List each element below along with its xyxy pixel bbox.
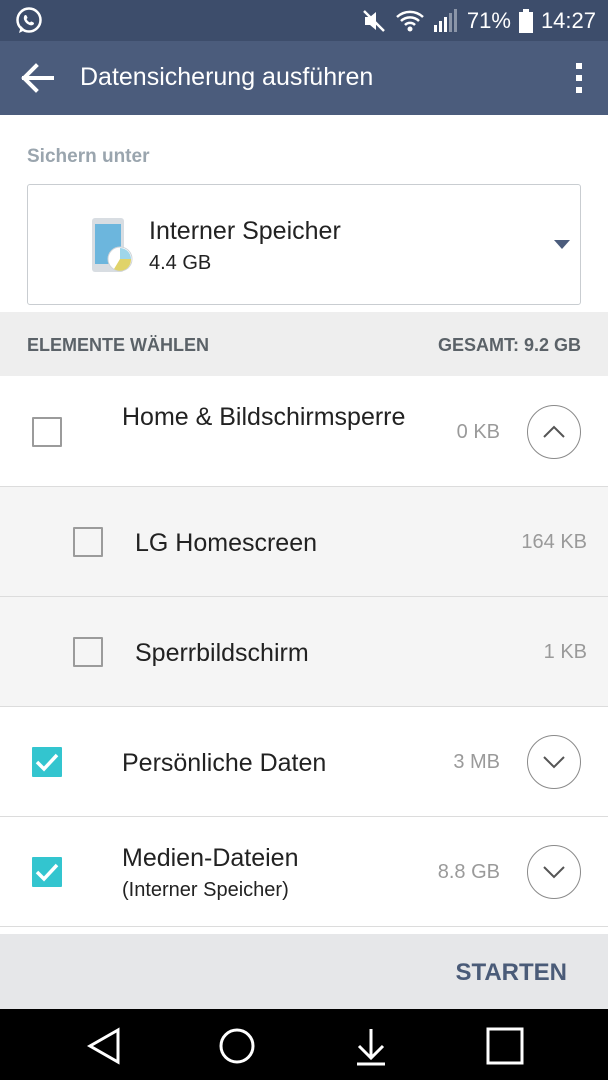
storage-name: Interner Speicher	[149, 217, 341, 245]
checkmark-icon	[35, 863, 59, 882]
item-size: 1 KB	[543, 641, 587, 663]
item-size: 3 MB	[453, 751, 500, 773]
page-title: Datensicherung ausführen	[80, 63, 374, 91]
item-label: Home & Bildschirmsperre	[122, 403, 406, 431]
chevron-down-icon	[543, 866, 565, 879]
whatsapp-icon	[16, 7, 42, 33]
phone-storage-icon	[92, 218, 133, 272]
item-label: Sperrbildschirm	[135, 639, 309, 667]
app-bar: Datensicherung ausführen	[0, 41, 608, 115]
battery-percent: 71%	[466, 7, 511, 33]
save-location-label: Sichern unter	[27, 146, 150, 167]
checkbox[interactable]	[32, 417, 62, 447]
overflow-menu-icon[interactable]	[572, 59, 586, 97]
status-bar: 71% 14:27	[0, 0, 608, 41]
checkbox[interactable]	[73, 527, 103, 557]
item-label: LG Homescreen	[135, 529, 318, 557]
list-item-media-files[interactable]: Medien-Dateien (Interner Speicher) 8.8 G…	[0, 817, 608, 927]
section-header: ELEMENTE WÄHLEN GESAMT: 9.2 GB	[0, 312, 608, 376]
section-total: GESAMT: 9.2 GB	[437, 335, 581, 355]
list-item-personal-data[interactable]: Persönliche Daten 3 MB	[0, 707, 608, 817]
expand-button[interactable]	[527, 735, 581, 789]
storage-size: 4.4 GB	[149, 252, 212, 274]
expand-button[interactable]	[527, 845, 581, 899]
chevron-up-icon	[543, 425, 565, 438]
checkbox-checked[interactable]	[32, 857, 62, 887]
list-item-lockscreen[interactable]: Sperrbildschirm 1 KB	[0, 597, 608, 707]
system-nav-bar	[0, 1009, 608, 1080]
section-label: ELEMENTE WÄHLEN	[27, 335, 209, 355]
checkbox-checked[interactable]	[32, 747, 62, 777]
item-size: 8.8 GB	[437, 861, 500, 883]
list-item-lg-homescreen[interactable]: LG Homescreen 164 KB	[0, 487, 608, 597]
checkbox[interactable]	[73, 637, 103, 667]
nav-back-icon[interactable]	[84, 1026, 124, 1066]
dropdown-caret-icon	[554, 240, 570, 249]
clock: 14:27	[540, 7, 596, 33]
back-arrow-icon[interactable]	[18, 59, 56, 97]
wifi-icon	[396, 10, 424, 31]
item-label: Medien-Dateien	[122, 844, 299, 872]
item-sublabel: (Interner Speicher)	[122, 879, 289, 901]
nav-notification-download-icon[interactable]	[351, 1026, 391, 1066]
start-button[interactable]: STARTEN	[455, 959, 567, 987]
battery-icon	[518, 8, 533, 33]
storage-select[interactable]: Interner Speicher 4.4 GB	[27, 184, 581, 305]
nav-home-icon[interactable]	[217, 1026, 257, 1066]
chevron-down-icon	[543, 756, 565, 769]
item-label: Persönliche Daten	[122, 749, 327, 777]
signal-icon	[433, 8, 457, 32]
action-footer: STARTEN	[0, 934, 608, 1009]
nav-recents-icon[interactable]	[485, 1026, 525, 1066]
item-size: 0 KB	[456, 421, 500, 443]
list-item-home-lockscreen[interactable]: Home & Bildschirmsperre 0 KB	[0, 377, 608, 487]
collapse-button[interactable]	[527, 405, 581, 459]
item-size: 164 KB	[521, 531, 587, 553]
mute-icon	[363, 9, 385, 32]
checkmark-icon	[35, 753, 59, 772]
